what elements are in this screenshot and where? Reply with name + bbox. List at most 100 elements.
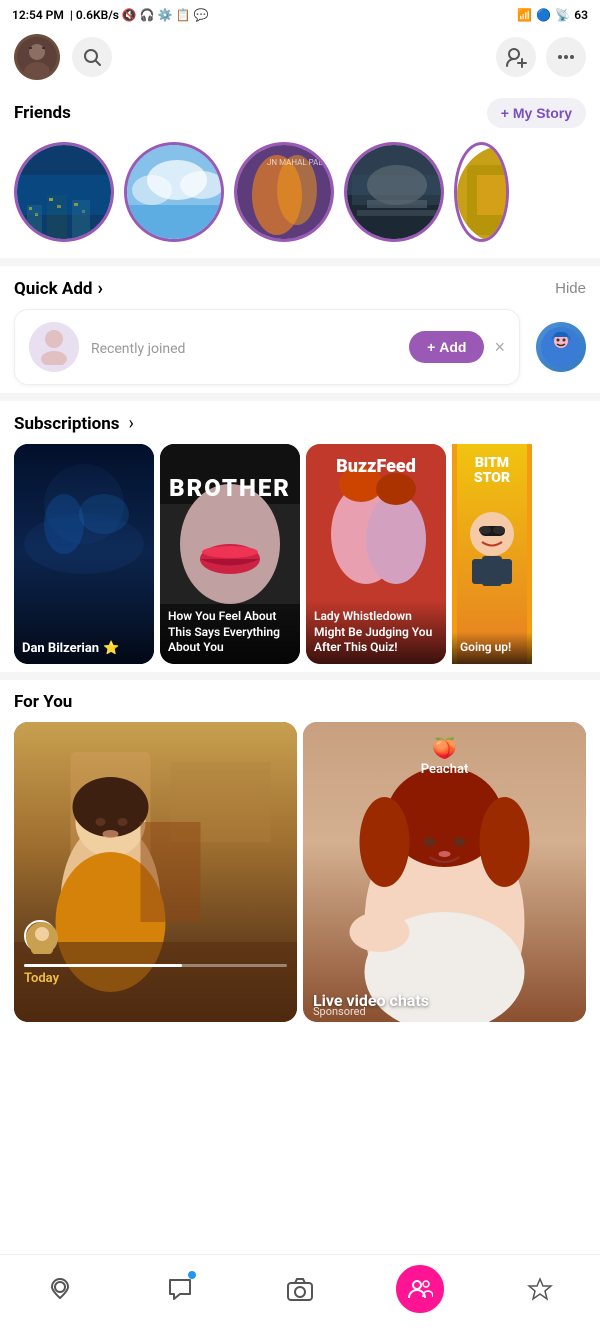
bluetooth-icon: 🔵 <box>536 8 551 22</box>
map-icon <box>46 1275 74 1303</box>
my-story-button[interactable]: + My Story <box>487 98 586 128</box>
story-item[interactable] <box>454 142 509 242</box>
quick-add-section: Quick Add › Hide Recently joined + Add × <box>0 266 600 393</box>
peachat-photo: 🍑 Peachat Live video chats Sponsored <box>303 722 586 1022</box>
story-image <box>457 145 509 242</box>
search-button[interactable] <box>72 37 112 77</box>
sponsored-label: Sponsored <box>303 1001 586 1022</box>
camera-icon <box>286 1275 314 1303</box>
chat-icon <box>166 1275 194 1303</box>
quick-add-header: Quick Add › Hide <box>14 278 586 299</box>
friends-icon <box>406 1275 434 1303</box>
more-options-button[interactable] <box>546 37 586 77</box>
subscription-card-bitm[interactable]: BITMSTOR Going up! <box>452 444 532 664</box>
recently-joined-label: Recently joined <box>91 341 185 357</box>
story-item[interactable] <box>14 142 114 242</box>
svg-text:JN MAHAL PALACE: JN MAHAL PALACE <box>267 158 331 167</box>
status-bar: 12:54 PM | 0.6KB/s 🔇 🎧 ⚙️ 📋 💬 📶 🔵 📡 63 <box>0 0 600 28</box>
subscription-card-buzzfeed[interactable]: BuzzFeed Lady Whistledown Might Be Judgi… <box>306 444 446 664</box>
story-item[interactable] <box>344 142 444 242</box>
story-item[interactable]: JN MAHAL PALACE <box>234 142 334 242</box>
divider <box>0 258 600 266</box>
quick-add-row: Recently joined + Add × <box>14 309 586 385</box>
bottom-spacer <box>0 1030 600 1110</box>
subscriptions-chevron: › <box>129 413 134 434</box>
story-item[interactable] <box>124 142 224 242</box>
user-avatar[interactable] <box>14 34 60 80</box>
story-image: JN MAHAL PALACE <box>237 145 331 239</box>
nav-chat[interactable] <box>156 1271 204 1307</box>
nav-map[interactable] <box>36 1271 84 1307</box>
subscription-cards-row: Dan Bilzerian ⭐ BROTHER How You Feel Abo <box>14 444 586 664</box>
user-silhouette-icon <box>38 329 70 365</box>
add-friend-icon <box>505 46 527 68</box>
network-speed: | 0.6KB/s 🔇 🎧 ⚙️ 📋 💬 <box>70 8 209 22</box>
more-options-icon <box>556 47 576 67</box>
peachat-name: Peachat <box>421 762 469 777</box>
friends-section-header: Friends + My Story <box>0 90 600 134</box>
buzzfeed-logo: BuzzFeed <box>336 456 416 477</box>
my-story-label: + My Story <box>501 105 572 121</box>
divider-3 <box>0 672 600 680</box>
story-image <box>347 145 441 239</box>
story-progress-bar-container <box>24 964 287 967</box>
status-left: 12:54 PM | 0.6KB/s 🔇 🎧 ⚙️ 📋 💬 <box>12 8 209 22</box>
for-you-card-peachat[interactable]: 🍑 Peachat Live video chats Sponsored <box>303 722 586 1022</box>
subscriptions-title: Subscriptions <box>14 414 120 434</box>
discover-icon <box>526 1275 554 1303</box>
subscriptions-section: Subscriptions › <box>0 401 600 672</box>
friends-title: Friends <box>14 103 71 123</box>
star-icon: ⭐ <box>103 641 119 656</box>
top-bar-left <box>14 34 112 80</box>
nav-camera[interactable] <box>276 1271 324 1307</box>
today-label: Today <box>24 971 59 986</box>
chat-notification-dot <box>188 1271 196 1279</box>
subscriptions-header[interactable]: Subscriptions › <box>14 413 586 434</box>
subscription-card-caption-bitm: Going up! <box>452 632 532 664</box>
peachat-logo-icon: 🍑 <box>421 736 469 760</box>
wifi-icon: 📶 <box>517 8 532 22</box>
search-icon <box>82 47 102 67</box>
battery-icon: 63 <box>574 8 588 22</box>
subscription-card-name-brother: BROTHER <box>169 474 291 502</box>
for-you-grid: Today <box>14 722 586 1022</box>
add-icon: + <box>427 339 435 355</box>
peachat-logo: 🍑 Peachat <box>421 736 469 777</box>
subscription-card-name-dan: Dan Bilzerian ⭐ <box>22 641 119 656</box>
quick-add-title-button[interactable]: Quick Add › <box>14 278 103 299</box>
story-image <box>17 145 111 239</box>
quick-add-info: Recently joined <box>91 338 409 357</box>
story-image <box>127 145 221 239</box>
bottom-navigation <box>0 1254 600 1333</box>
subscription-card-brother[interactable]: BROTHER How You Feel About This Says Eve… <box>160 444 300 664</box>
add-label: Add <box>439 339 466 355</box>
add-friend-button[interactable] <box>496 37 536 77</box>
subscription-card-caption-buzzfeed: Lady Whistledown Might Be Judging You Af… <box>306 601 446 664</box>
for-you-section: For You <box>0 680 600 1030</box>
bitm-stor-title: BITMSTOR <box>474 456 510 487</box>
for-you-card-girl[interactable]: Today <box>14 722 297 1022</box>
time: 12:54 PM <box>12 8 64 22</box>
signal-icon: 📡 <box>555 8 570 22</box>
subscription-card-caption-brother: How You Feel About This Says Everything … <box>160 601 300 664</box>
card-girl-avatar <box>24 920 56 952</box>
subscription-card-dan[interactable]: Dan Bilzerian ⭐ <box>14 444 154 664</box>
divider-2 <box>0 393 600 401</box>
quick-add-label: Quick Add <box>14 279 92 299</box>
bitmoji-icon <box>541 327 581 367</box>
quick-add-user-avatar <box>29 322 79 372</box>
hide-button[interactable]: Hide <box>555 280 586 297</box>
stories-row: JN MAHAL PALACE <box>0 134 600 258</box>
nav-friends[interactable] <box>396 1265 444 1313</box>
for-you-title: For You <box>14 692 586 712</box>
top-bar <box>0 28 600 90</box>
story-progress-bar <box>24 964 182 967</box>
status-right: 📶 🔵 📡 63 <box>517 8 588 22</box>
quick-add-chevron: › <box>97 278 102 299</box>
top-bar-right <box>496 37 586 77</box>
dismiss-button[interactable]: × <box>494 337 505 358</box>
close-icon: × <box>494 337 505 357</box>
bitmoji-avatar <box>536 322 586 372</box>
add-button[interactable]: + Add <box>409 331 484 363</box>
nav-discover[interactable] <box>516 1271 564 1307</box>
